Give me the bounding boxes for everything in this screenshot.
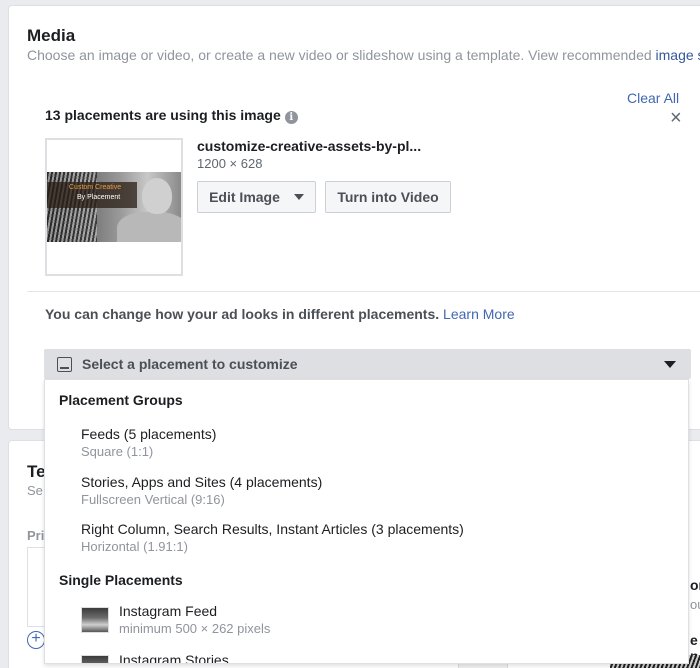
thumbnail-line1: Custom Creative bbox=[69, 184, 122, 191]
placement-select-label: Select a placement to customize bbox=[82, 356, 298, 372]
placement-groups-header: Placement Groups bbox=[59, 392, 183, 408]
menu-item-subtitle: minimum 500 × 262 pixels bbox=[119, 621, 271, 636]
media-subtitle: Choose an image or video, or create a ne… bbox=[27, 47, 700, 63]
preview-peek-subtext: ou bbox=[690, 597, 700, 612]
placement-thumbnail bbox=[81, 655, 109, 663]
media-title: Media bbox=[27, 26, 76, 45]
placement-select[interactable]: Select a placement to customize bbox=[44, 349, 691, 379]
menu-item-title: Instagram Feed bbox=[119, 603, 218, 619]
menu-item-subtitle: Horizontal (1.91:1) bbox=[81, 539, 188, 554]
thumbnail-line2: By Placement bbox=[77, 194, 121, 201]
menu-item-stories-apps-sites[interactable]: Stories, Apps and Sites (4 placements) F… bbox=[81, 473, 322, 508]
menu-item-title: Right Column, Search Results, Instant Ar… bbox=[81, 521, 464, 537]
clear-all-link[interactable]: Clear All bbox=[627, 90, 679, 106]
media-subtitle-text: Choose an image or video, or create a ne… bbox=[27, 47, 656, 63]
menu-item-feeds[interactable]: Feeds (5 placements) Square (1:1) bbox=[81, 425, 216, 460]
chevron-down-icon bbox=[293, 194, 304, 200]
menu-item-right-column[interactable]: Right Column, Search Results, Instant Ar… bbox=[81, 520, 464, 555]
edit-image-label: Edit Image bbox=[209, 189, 280, 205]
menu-item-subtitle: Square (1:1) bbox=[81, 444, 154, 459]
thumbnail-image: Custom Creative By Placement bbox=[47, 172, 181, 242]
menu-item-instagram-feed[interactable]: Instagram Feed minimum 500 × 262 pixels bbox=[81, 602, 270, 637]
single-placements-header: Single Placements bbox=[59, 572, 183, 588]
preview-peek-text: on bbox=[690, 577, 700, 593]
placements-using-label: 13 placements are using this image i bbox=[45, 107, 298, 124]
device-icon bbox=[57, 356, 72, 372]
placement-dropdown-menu: Placement Groups Feeds (5 placements) Sq… bbox=[44, 379, 689, 664]
menu-item-title: Stories, Apps and Sites (4 placements) bbox=[81, 474, 323, 490]
placement-change-label: You can change how your ad looks in diff… bbox=[45, 306, 440, 322]
placements-using-text: 13 placements are using this image bbox=[45, 107, 281, 123]
close-icon[interactable]: × bbox=[670, 108, 682, 128]
placement-change-text: You can change how your ad looks in diff… bbox=[45, 306, 515, 322]
thumbnail-person-head bbox=[142, 178, 172, 214]
divider bbox=[27, 291, 700, 292]
menu-item-instagram-stories[interactable]: Instagram Stories bbox=[81, 651, 229, 664]
turn-into-video-button[interactable]: Turn into Video bbox=[325, 181, 451, 213]
text-card-title: Te bbox=[27, 462, 46, 481]
chevron-down-icon bbox=[664, 361, 676, 368]
thumbnail-person-body bbox=[117, 212, 181, 242]
file-dimensions: 1200 × 628 bbox=[197, 156, 263, 171]
learn-more-link[interactable]: Learn More bbox=[443, 306, 515, 322]
text-card-subtitle: Se bbox=[27, 483, 43, 498]
menu-item-title: Instagram Stories bbox=[119, 652, 229, 664]
add-circle-icon[interactable]: + bbox=[27, 631, 45, 649]
menu-item-subtitle: Fullscreen Vertical (9:16) bbox=[81, 492, 225, 507]
edit-image-button[interactable]: Edit Image bbox=[197, 181, 316, 213]
file-name: customize-creative-assets-by-pl... bbox=[197, 138, 422, 154]
image-specs-link[interactable]: image spe bbox=[656, 47, 700, 63]
placement-thumbnail bbox=[81, 607, 109, 633]
info-icon[interactable]: i bbox=[284, 111, 298, 124]
menu-item-title: Feeds (5 placements) bbox=[81, 426, 217, 442]
image-thumbnail[interactable]: Custom Creative By Placement bbox=[45, 138, 183, 276]
primary-text-label: Pri bbox=[27, 528, 45, 543]
